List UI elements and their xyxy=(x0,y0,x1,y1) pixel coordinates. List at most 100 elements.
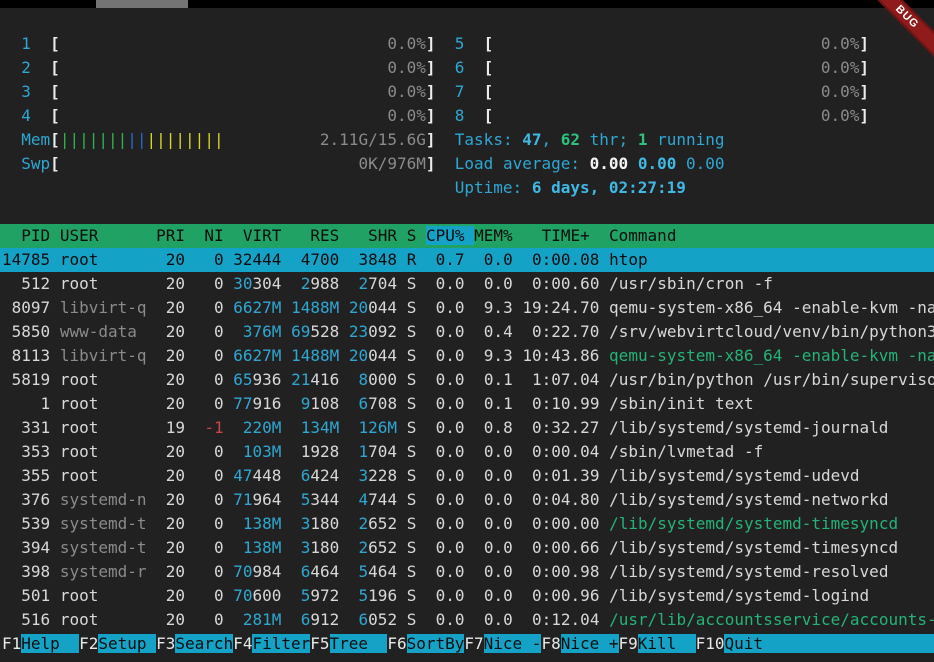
fkey-f5[interactable]: F5Tree xyxy=(310,634,387,653)
cell-pid: 14785 xyxy=(2,250,50,269)
swap-meter: Swp[ 0K/976M] xyxy=(2,154,436,173)
cell-command: /lib/systemd/systemd-networkd xyxy=(609,490,888,509)
process-row[interactable]: 398 systemd-r 20 0 70984 6464 5464 S 0.0… xyxy=(0,560,934,584)
column-header-virt[interactable]: VIRT xyxy=(233,226,281,245)
cell-time: 0:10.99 xyxy=(522,394,599,413)
fkey-f2[interactable]: F2Setup xyxy=(79,634,156,653)
fkey-f9[interactable]: F9Kill xyxy=(619,634,696,653)
cell-virt: 103M xyxy=(233,442,281,461)
cell-virt: 65936 xyxy=(233,370,281,389)
fkey-f3[interactable]: F3Search xyxy=(156,634,233,653)
cell-mem: 9.3 xyxy=(474,298,513,317)
column-header-time[interactable]: TIME+ xyxy=(522,226,599,245)
cell-cpu: 0.0 xyxy=(426,610,465,629)
column-header-pri[interactable]: PRI xyxy=(156,226,185,245)
fkey-f4[interactable]: F4Filter xyxy=(233,634,310,653)
load-average: Load average: 0.00 0.00 0.00 xyxy=(455,154,725,173)
cell-time: 0:00.98 xyxy=(522,562,599,581)
cell-shr: 126M xyxy=(349,418,397,437)
cell-mem: 0.0 xyxy=(474,586,513,605)
cpu-meter-7: 7 [ 0.0%] xyxy=(455,82,869,101)
process-row[interactable]: 353 root 20 0 103M 1928 1704 S 0.0 0.0 0… xyxy=(0,440,934,464)
cell-virt: 6627M xyxy=(233,298,281,317)
cell-pri: 20 xyxy=(156,274,185,293)
cell-pri: 20 xyxy=(156,562,185,581)
column-header-shr[interactable]: SHR xyxy=(349,226,397,245)
cell-user: root xyxy=(60,442,147,461)
cell-time: 1:07.04 xyxy=(522,370,599,389)
cell-pid: 501 xyxy=(2,586,50,605)
cell-shr: 6052 xyxy=(349,610,397,629)
cell-user: libvirt-q xyxy=(60,346,147,365)
fkey-f8[interactable]: F8Nice + xyxy=(541,634,618,653)
cell-shr: 4744 xyxy=(349,490,397,509)
cpu-meter-8: 8 [ 0.0%] xyxy=(455,106,869,125)
cell-virt: 138M xyxy=(233,538,281,557)
column-header-pid[interactable]: PID xyxy=(2,226,50,245)
cell-state: S xyxy=(407,538,417,557)
cell-res: 2988 xyxy=(291,274,339,293)
cell-cpu: 0.0 xyxy=(426,394,465,413)
cell-command: /lib/systemd/systemd-logind xyxy=(609,586,869,605)
column-header-command[interactable]: Command xyxy=(609,226,676,245)
cell-res: 9108 xyxy=(291,394,339,413)
cell-ni: 0 xyxy=(195,514,224,533)
cell-pri: 20 xyxy=(156,250,185,269)
process-row[interactable]: 501 root 20 0 70600 5972 5196 S 0.0 0.0 … xyxy=(0,584,934,608)
cell-pri: 20 xyxy=(156,442,185,461)
cell-pri: 20 xyxy=(156,346,185,365)
cell-state: S xyxy=(407,394,417,413)
cell-ni: 0 xyxy=(195,466,224,485)
cell-cpu: 0.0 xyxy=(426,562,465,581)
column-header-mem[interactable]: MEM% xyxy=(474,226,513,245)
fkey-f1[interactable]: F1Help xyxy=(2,634,79,653)
process-row[interactable]: 8097 libvirt-q 20 0 6627M 1488M 20044 S … xyxy=(0,296,934,320)
process-row[interactable]: 539 systemd-t 20 0 138M 3180 2652 S 0.0 … xyxy=(0,512,934,536)
process-row[interactable]: 5850 www-data 20 0 376M 69528 23092 S 0.… xyxy=(0,320,934,344)
cell-res: 1488M xyxy=(291,346,339,365)
cell-pri: 20 xyxy=(156,586,185,605)
cell-cpu: 0.0 xyxy=(426,322,465,341)
process-row[interactable]: 1 root 20 0 77916 9108 6708 S 0.0 0.1 0:… xyxy=(0,392,934,416)
cell-res: 6424 xyxy=(291,466,339,485)
cell-pri: 20 xyxy=(156,322,185,341)
cell-shr: 20044 xyxy=(349,298,397,317)
cpu-meter-row: 3 [ 0.0%] 7 [ 0.0%] xyxy=(0,80,934,104)
cell-res: 5344 xyxy=(291,490,339,509)
column-header-res[interactable]: RES xyxy=(291,226,339,245)
process-row[interactable]: 14785 root 20 0 32444 4700 3848 R 0.7 0.… xyxy=(0,248,934,272)
cell-res: 3180 xyxy=(291,538,339,557)
column-header-state[interactable]: S xyxy=(407,226,417,245)
process-row[interactable]: 331 root 19 -1 220M 134M 126M S 0.0 0.8 … xyxy=(0,416,934,440)
column-header-cpu[interactable]: CPU% xyxy=(426,226,474,245)
process-row[interactable]: 512 root 20 0 30304 2988 2704 S 0.0 0.0 … xyxy=(0,272,934,296)
cell-command: htop xyxy=(609,250,648,269)
cell-command: /sbin/lvmetad -f xyxy=(609,442,763,461)
column-header-user[interactable]: USER xyxy=(60,226,147,245)
cell-virt: 70600 xyxy=(233,586,281,605)
cell-virt: 70984 xyxy=(233,562,281,581)
fkey-f6[interactable]: F6SortBy xyxy=(387,634,464,653)
column-header-ni[interactable]: NI xyxy=(195,226,224,245)
cell-cpu: 0.0 xyxy=(426,514,465,533)
cell-state: S xyxy=(407,610,417,629)
fkey-f10[interactable]: F10Quit xyxy=(696,634,934,653)
cell-state: S xyxy=(407,514,417,533)
process-row[interactable]: 8113 libvirt-q 20 0 6627M 1488M 20044 S … xyxy=(0,344,934,368)
cell-ni: 0 xyxy=(195,490,224,509)
cell-pid: 398 xyxy=(2,562,50,581)
fkey-f7[interactable]: F7Nice - xyxy=(464,634,541,653)
process-row[interactable]: 516 root 20 0 281M 6912 6052 S 0.0 0.0 0… xyxy=(0,608,934,632)
cell-shr: 20044 xyxy=(349,346,397,365)
cell-state: S xyxy=(407,418,417,437)
cell-shr: 3848 xyxy=(349,250,397,269)
process-row[interactable]: 394 systemd-t 20 0 138M 3180 2652 S 0.0 … xyxy=(0,536,934,560)
cell-ni: 0 xyxy=(195,610,224,629)
process-row[interactable]: 5819 root 20 0 65936 21416 8000 S 0.0 0.… xyxy=(0,368,934,392)
cell-user: libvirt-q xyxy=(60,298,147,317)
cell-pri: 20 xyxy=(156,490,185,509)
process-row[interactable]: 355 root 20 0 47448 6424 3228 S 0.0 0.0 … xyxy=(0,464,934,488)
cell-user: root xyxy=(60,394,147,413)
cell-shr: 3228 xyxy=(349,466,397,485)
process-row[interactable]: 376 systemd-n 20 0 71964 5344 4744 S 0.0… xyxy=(0,488,934,512)
